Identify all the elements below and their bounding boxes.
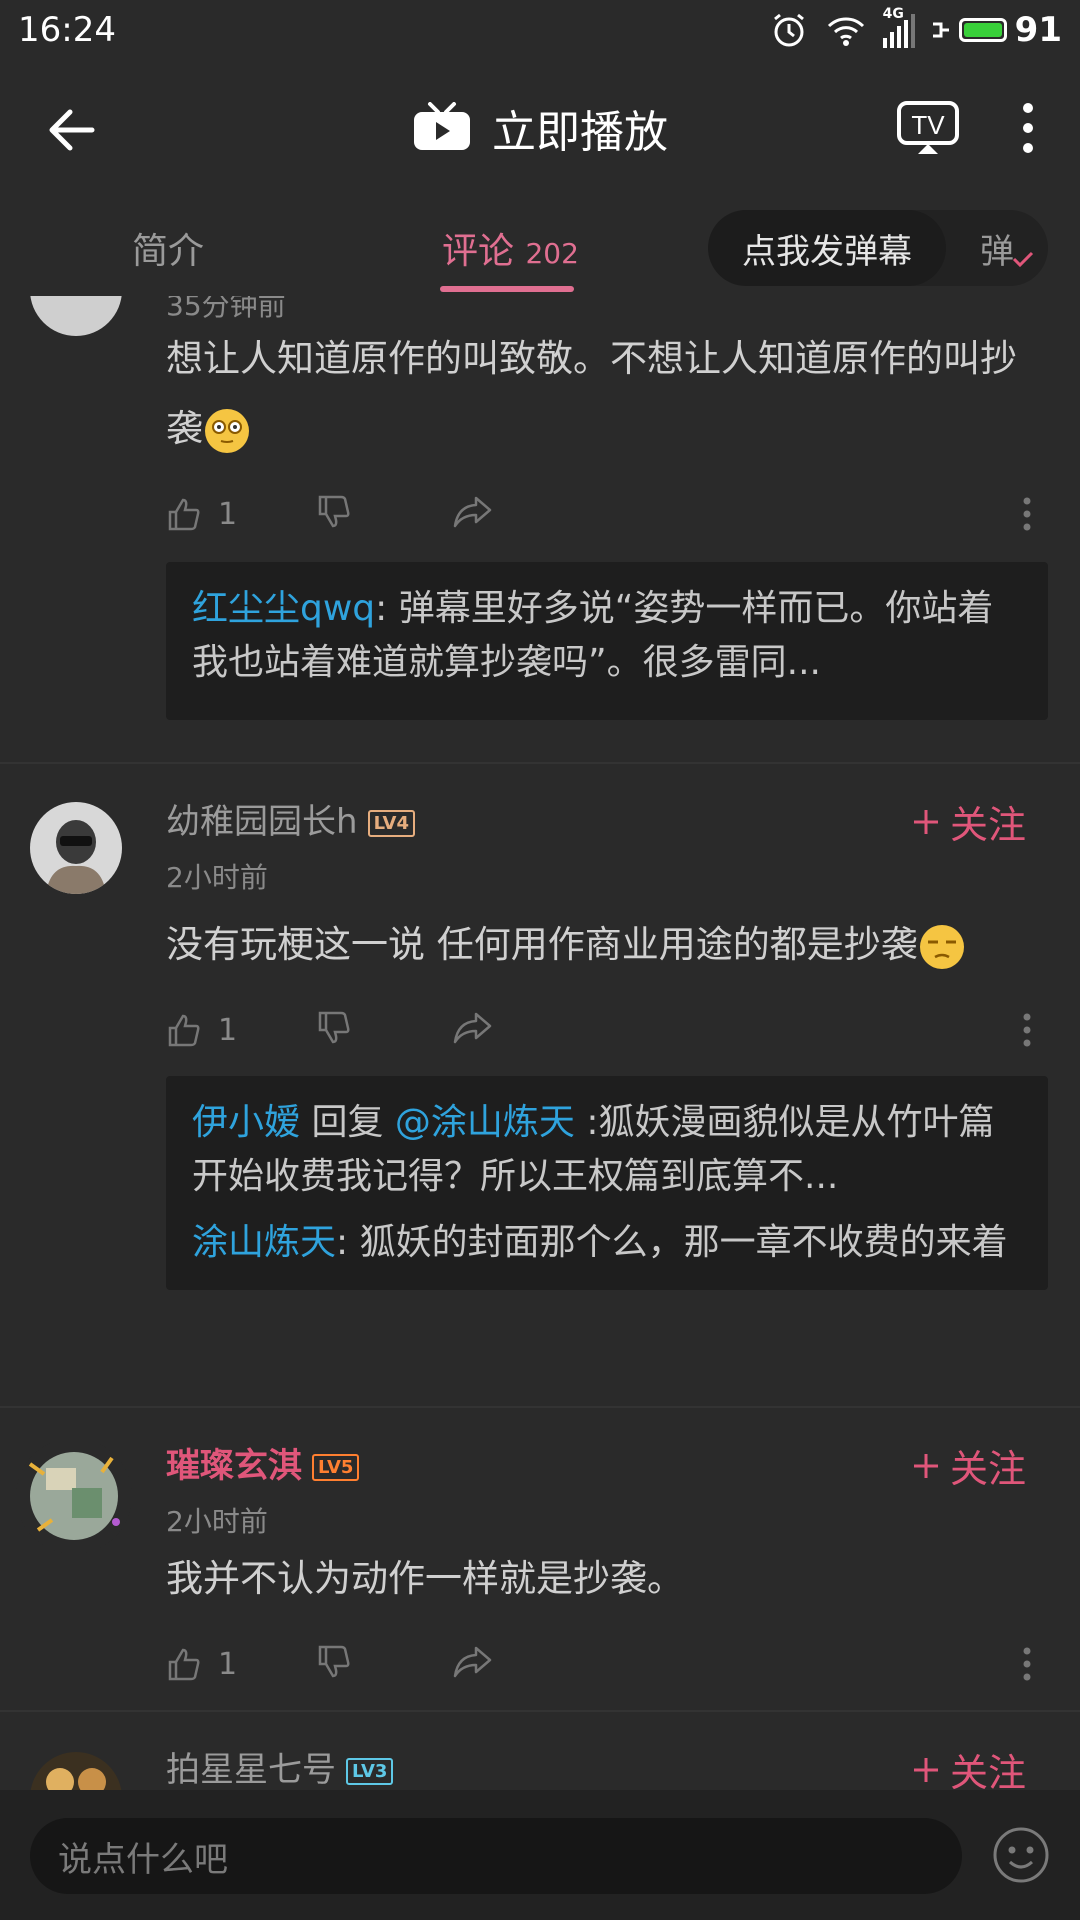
danmaku-toggle-button[interactable]: 弹 <box>946 224 1048 273</box>
comment-text: 没有玩梗这一说 任何用作商业用途的都是抄袭 <box>166 910 1046 980</box>
comment-actions: 1 <box>166 486 1046 542</box>
more-vertical-icon[interactable] <box>1008 98 1048 158</box>
tv-play-icon <box>414 102 470 150</box>
charging-icon <box>932 22 949 38</box>
more-options-icon[interactable] <box>1022 1647 1032 1681</box>
network-icon: 4G <box>882 6 915 48</box>
thumbs-down-icon <box>318 495 350 528</box>
comment-text: 我并不认为动作一样就是抄袭。 <box>166 1557 684 1600</box>
avatar[interactable] <box>16 1438 132 1554</box>
more-options-icon[interactable] <box>1022 497 1032 531</box>
comment-actions: 1 <box>166 1636 1046 1692</box>
reply-mention[interactable]: @涂山炼天 <box>395 1102 575 1143</box>
tab-active-indicator <box>440 286 574 292</box>
level-badge: LV4 <box>367 810 416 837</box>
tab-bar: 简介 评论 202 点我发弹幕 弹 <box>0 200 1080 296</box>
reply-preview[interactable]: 红尘尘qwq: 弹幕里好多说“姿势一样而已。你站着我也站着难道就算抄袭吗”。很多… <box>166 562 1048 720</box>
thumbs-up-icon <box>168 498 200 531</box>
reply-line: 伊小嫒 回复 @涂山炼天 :狐妖漫画貌似是从竹叶篇开始收费我记得？所以王权篇到底… <box>192 1102 995 1197</box>
plus-icon <box>913 1757 938 1782</box>
comment-text: 想让人知道原作的叫致敬。不想让人知道原作的叫抄袭 <box>166 324 1046 464</box>
comment-time: 2小时前 <box>166 861 268 894</box>
send-danmaku-button[interactable]: 点我发弹幕 <box>708 210 946 286</box>
back-arrow-icon[interactable] <box>44 102 100 158</box>
reply-preview[interactable]: 伊小嫒 回复 @涂山炼天 :狐妖漫画貌似是从竹叶篇开始收费我记得？所以王权篇到底… <box>166 1076 1048 1290</box>
comment-time: 35分钟前 <box>166 296 286 322</box>
unamused-emoji-icon <box>919 924 964 969</box>
follow-button[interactable]: 关注 <box>912 794 1026 849</box>
reply-line: 涂山炼天: 狐妖的封面那个么，那一章不收费的来着 <box>192 1216 1022 1270</box>
tab-intro[interactable]: 简介 <box>132 222 204 274</box>
tab-comments[interactable]: 评论 202 <box>442 222 579 274</box>
thumbs-up-icon <box>168 1014 200 1047</box>
share-icon <box>453 1012 492 1044</box>
follow-button[interactable]: 关注 <box>912 1742 1026 1790</box>
share-icon <box>453 496 492 528</box>
tab-comments-label: 评论 <box>442 231 515 272</box>
plus-icon <box>913 1453 938 1478</box>
comment-username[interactable]: 幼稚园园长h LV4 <box>166 794 416 843</box>
share-button[interactable] <box>452 1010 852 1050</box>
emoji-icon[interactable] <box>992 1826 1050 1884</box>
avatar[interactable] <box>30 802 122 894</box>
like-button[interactable]: 1 <box>166 1012 316 1048</box>
reply-username[interactable]: 伊小嫒 <box>192 1102 300 1143</box>
reply-text: : 狐妖的封面那个么，那一章不收费的来着 <box>336 1222 1008 1263</box>
thumbs-down-icon <box>318 1645 350 1678</box>
like-count: 1 <box>218 496 238 532</box>
wifi-icon <box>827 17 864 46</box>
follow-button[interactable]: 关注 <box>912 1438 1026 1493</box>
like-count: 1 <box>218 1012 238 1048</box>
thumbs-up-icon <box>168 1648 200 1681</box>
comment-list[interactable]: 35分钟前 想让人知道原作的叫致敬。不想让人知道原作的叫抄袭 1 红尘尘qwq:… <box>0 296 1080 1790</box>
check-icon <box>1012 251 1034 267</box>
share-icon <box>453 1646 492 1678</box>
danmaku-controls: 点我发弹幕 弹 <box>708 210 1048 286</box>
reply-username[interactable]: 涂山炼天 <box>192 1222 336 1263</box>
battery-indicator: 91 <box>931 10 1062 50</box>
dislike-button[interactable] <box>316 1010 452 1050</box>
battery-level: 91 <box>1014 10 1062 50</box>
avatar[interactable] <box>30 296 122 336</box>
danmaku-toggle-label: 弹 <box>980 231 1014 272</box>
thumbs-down-icon <box>318 1011 350 1044</box>
status-bar: 16:24 4G 91 <box>0 0 1080 60</box>
share-button[interactable] <box>452 494 852 534</box>
reply-username[interactable]: 红尘尘qwq <box>192 588 375 629</box>
reply-line: 红尘尘qwq: 弹幕里好多说“姿势一样而已。你站着我也站着难道就算抄袭吗”。很多… <box>192 582 1022 690</box>
top-bar: 立即播放 TV <box>0 60 1080 196</box>
plus-icon <box>913 809 938 834</box>
play-now-button[interactable]: 立即播放 <box>412 96 668 160</box>
share-button[interactable] <box>452 1644 852 1684</box>
comment-username[interactable]: 璀璨玄淇 LV5 <box>166 1438 360 1487</box>
dislike-button[interactable] <box>316 494 452 534</box>
status-icons: 4G 91 <box>769 6 1062 50</box>
like-count: 1 <box>218 1646 238 1682</box>
level-badge: LV5 <box>312 1454 360 1481</box>
like-button[interactable]: 1 <box>166 1646 316 1682</box>
comment-actions: 1 <box>166 1002 1046 1058</box>
like-button[interactable]: 1 <box>166 496 316 532</box>
more-options-icon[interactable] <box>1022 1013 1032 1047</box>
page-title: 立即播放 <box>492 107 668 158</box>
comment-input-placeholder: 说点什么吧 <box>58 1839 228 1880</box>
dislike-button[interactable] <box>316 1644 452 1684</box>
flushed-emoji-icon <box>205 408 249 453</box>
divider <box>0 762 1080 764</box>
alarm-icon <box>773 13 804 47</box>
divider <box>0 1406 1080 1408</box>
divider <box>0 1710 1080 1712</box>
comment-username[interactable]: 拍星星七号 LV3 <box>166 1742 394 1790</box>
comment-input[interactable]: 说点什么吧 <box>30 1818 962 1894</box>
tab-comments-count: 202 <box>525 237 579 270</box>
avatar[interactable] <box>30 1752 122 1790</box>
comment-time: 2小时前 <box>166 1505 268 1538</box>
level-badge: LV3 <box>346 1758 394 1785</box>
svg-text:TV: TV <box>911 110 945 140</box>
comment-input-bar: 说点什么吧 <box>0 1790 1080 1920</box>
tv-cast-icon[interactable]: TV <box>896 100 960 156</box>
status-time: 16:24 <box>18 10 116 50</box>
